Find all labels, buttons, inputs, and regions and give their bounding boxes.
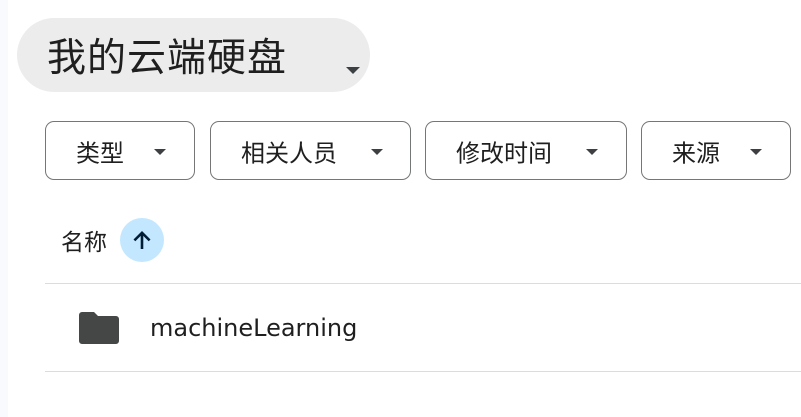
file-name: machineLearning — [150, 313, 358, 342]
filter-type-button[interactable]: 类型 — [45, 121, 195, 180]
filter-people-button[interactable]: 相关人员 — [210, 121, 411, 180]
list-header: 名称 — [45, 218, 801, 262]
chevron-down-icon — [371, 149, 383, 155]
filter-modified-button[interactable]: 修改时间 — [425, 121, 627, 180]
my-drive-title-button[interactable]: 我的云端硬盘 — [17, 18, 370, 92]
file-row[interactable]: machineLearning — [45, 284, 801, 371]
sort-direction-button[interactable] — [120, 218, 164, 262]
filter-type-label: 类型 — [76, 139, 124, 167]
column-header-name[interactable]: 名称 — [61, 223, 107, 257]
chevron-down-icon — [154, 149, 166, 155]
chevron-down-icon — [346, 67, 360, 74]
arrow-up-icon — [133, 231, 151, 249]
page-title: 我的云端硬盘 — [47, 36, 288, 81]
filter-source-button[interactable]: 来源 — [641, 121, 791, 180]
chevron-down-icon — [750, 149, 762, 155]
filter-modified-label: 修改时间 — [456, 139, 552, 167]
chevron-down-icon — [586, 149, 598, 155]
divider — [45, 371, 801, 372]
folder-icon — [79, 312, 119, 344]
filter-source-label: 来源 — [672, 139, 720, 167]
filter-people-label: 相关人员 — [241, 139, 337, 167]
